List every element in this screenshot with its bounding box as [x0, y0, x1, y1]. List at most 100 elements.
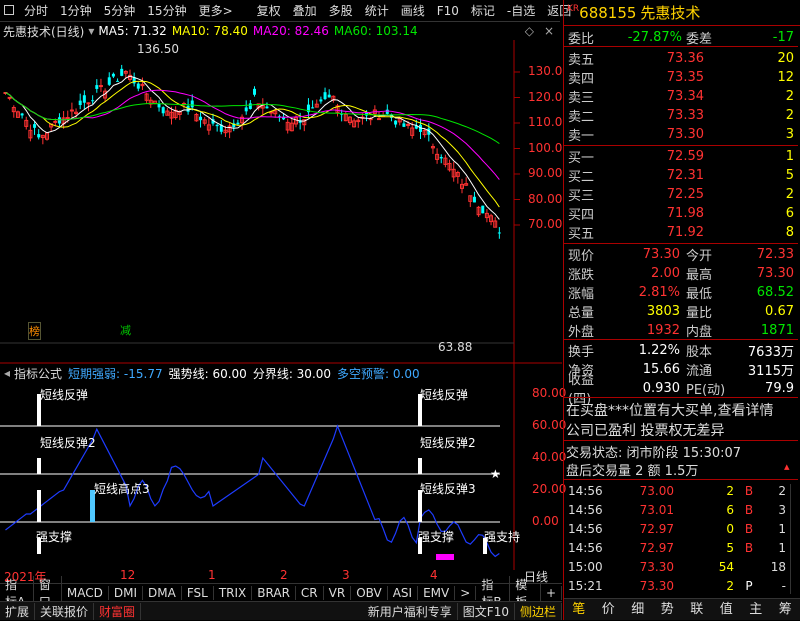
jian-badge[interactable]: 减: [120, 322, 131, 338]
asks-row[interactable]: 卖二73.332: [564, 106, 798, 125]
quote-row: 外盘1932内盘1871: [564, 321, 798, 339]
candle-body: [386, 110, 389, 114]
candle-body: [70, 110, 73, 111]
huaxian-button[interactable]: 画线: [395, 2, 431, 19]
f10-graphic-button[interactable]: 图文F10: [458, 603, 515, 620]
side-tab[interactable]: 主: [741, 599, 771, 620]
side-tab[interactable]: 细: [623, 599, 653, 620]
asks-label: 卖一: [564, 125, 624, 144]
indicator-tick: 40.00: [532, 450, 566, 464]
side-tab[interactable]: 价: [594, 599, 624, 620]
tab-macd[interactable]: MACD: [62, 586, 109, 600]
tab-5min[interactable]: 5分钟: [98, 2, 142, 19]
tag-rebound3: 短线反弹3: [420, 480, 476, 497]
candle-body: [87, 103, 90, 104]
candle-body: [324, 92, 327, 99]
asks-label: 卖二: [564, 106, 624, 125]
big-order-notice[interactable]: 在买盘***位置有大买单,查看详情: [566, 400, 773, 420]
tab-cr[interactable]: CR: [296, 586, 324, 600]
tab-more-arrow[interactable]: >: [455, 586, 476, 600]
biaoji-button[interactable]: 标记: [465, 2, 501, 19]
quote-value2: 1871: [732, 323, 798, 338]
wealth-circle-button[interactable]: 财富圈: [94, 603, 141, 620]
tab-asi[interactable]: ASI: [388, 586, 418, 600]
diejia-button[interactable]: 叠加: [287, 2, 323, 19]
asks-volume: 12: [704, 70, 798, 85]
side-tab[interactable]: 联: [682, 599, 712, 620]
bids-row[interactable]: 买五71.928: [564, 223, 798, 242]
asks-label: 卖三: [564, 87, 624, 106]
tab-fenshi[interactable]: 分时: [18, 2, 54, 19]
bang-badge[interactable]: 榜: [28, 322, 41, 340]
quote-label: 外盘: [564, 321, 610, 340]
f10-button[interactable]: F10: [431, 4, 465, 18]
tab-trix[interactable]: TRIX: [214, 586, 252, 600]
tick-side: B: [734, 484, 764, 498]
tab-1min[interactable]: 1分钟: [54, 2, 98, 19]
caret-left-icon[interactable]: ◂: [0, 366, 14, 380]
zixuan-button[interactable]: -自选: [501, 2, 541, 19]
menu-square-icon[interactable]: [0, 4, 18, 18]
indicator-value-label: 短期强弱: -15.77: [68, 365, 163, 382]
tab-fsl[interactable]: FSL: [182, 586, 214, 600]
candle-body: [328, 95, 331, 98]
ma5-label: MA5: 71.32: [98, 24, 166, 38]
close-icon[interactable]: ×: [538, 24, 560, 38]
diamond-icon[interactable]: ◇: [521, 24, 538, 38]
quote-label: 涨幅: [564, 283, 610, 302]
tab-vr[interactable]: VR: [324, 586, 352, 600]
quote2-row: 换手1.22%股本7633万: [564, 341, 798, 359]
bids-label: 买三: [564, 185, 624, 204]
tab-15min[interactable]: 15分钟: [141, 2, 192, 19]
asks-row[interactable]: 卖四73.3512: [564, 68, 798, 87]
candle-body: [236, 123, 239, 125]
expand-icon[interactable]: ▴: [784, 460, 790, 473]
tab-obv[interactable]: OBV: [351, 586, 388, 600]
fuquan-button[interactable]: 复权: [251, 2, 287, 19]
tab-dma[interactable]: DMA: [143, 586, 182, 600]
candle-body: [394, 121, 397, 125]
asks-row[interactable]: 卖五73.3620: [564, 49, 798, 68]
candle-body: [498, 232, 501, 233]
chevron-down-icon[interactable]: ▾: [84, 24, 98, 38]
indicator-tick: 20.00: [532, 482, 566, 496]
new-user-welfare-link[interactable]: 新用户福利专享: [363, 603, 458, 620]
indicator-title[interactable]: 指标公式: [14, 365, 62, 382]
chart-header: 先惠技术(日线) ▾ MA5: 71.32 MA10: 78.40 MA20: …: [0, 22, 560, 40]
tick-price: 72.97: [610, 541, 674, 555]
quote-row: 涨跌2.00最高73.30: [564, 264, 798, 282]
quote-row: 总量3803量比0.67: [564, 302, 798, 320]
expand-button[interactable]: 扩展: [0, 603, 35, 620]
tab-brar[interactable]: BRAR: [252, 586, 296, 600]
related-quote-button[interactable]: 关联报价: [35, 603, 94, 620]
tab-dmi[interactable]: DMI: [109, 586, 143, 600]
scrollbar[interactable]: [790, 484, 798, 594]
strong-line-label: 强势线: 60.00: [169, 365, 247, 382]
bids-row[interactable]: 买一72.591: [564, 147, 798, 166]
side-tab[interactable]: 势: [653, 599, 683, 620]
duogu-button[interactable]: 多股: [323, 2, 359, 19]
side-tab[interactable]: 筹: [771, 599, 800, 620]
side-tab[interactable]: 值: [712, 599, 742, 620]
quote2-value2: 79.9: [732, 381, 798, 396]
date-12: 12: [120, 568, 135, 582]
tab-add[interactable]: +: [541, 586, 562, 600]
alert-label: 多空预警: 0.00: [337, 365, 420, 382]
candle-body: [83, 95, 86, 102]
tab-emv[interactable]: EMV: [418, 586, 455, 600]
bids-row[interactable]: 买四71.986: [564, 204, 798, 223]
candle-body: [162, 107, 165, 113]
asks-price: 73.34: [624, 89, 704, 104]
sidebar-toggle-button[interactable]: 侧边栏: [515, 603, 562, 620]
bids-row[interactable]: 买三72.252: [564, 185, 798, 204]
candlestick-chart[interactable]: ★: [0, 40, 562, 570]
tab-more[interactable]: 更多>: [193, 2, 239, 19]
bids-volume: 5: [704, 168, 798, 183]
asks-row[interactable]: 卖三73.342: [564, 87, 798, 106]
asks-row[interactable]: 卖一73.303: [564, 125, 798, 144]
bids-row[interactable]: 买二72.315: [564, 166, 798, 185]
quote-value2: 68.52: [732, 285, 798, 300]
indicator-tabs: 指标A 窗口 MACD DMI DMA FSL TRIX BRAR CR VR …: [0, 583, 562, 601]
tongji-button[interactable]: 统计: [359, 2, 395, 19]
side-tab[interactable]: 笔: [564, 599, 594, 620]
